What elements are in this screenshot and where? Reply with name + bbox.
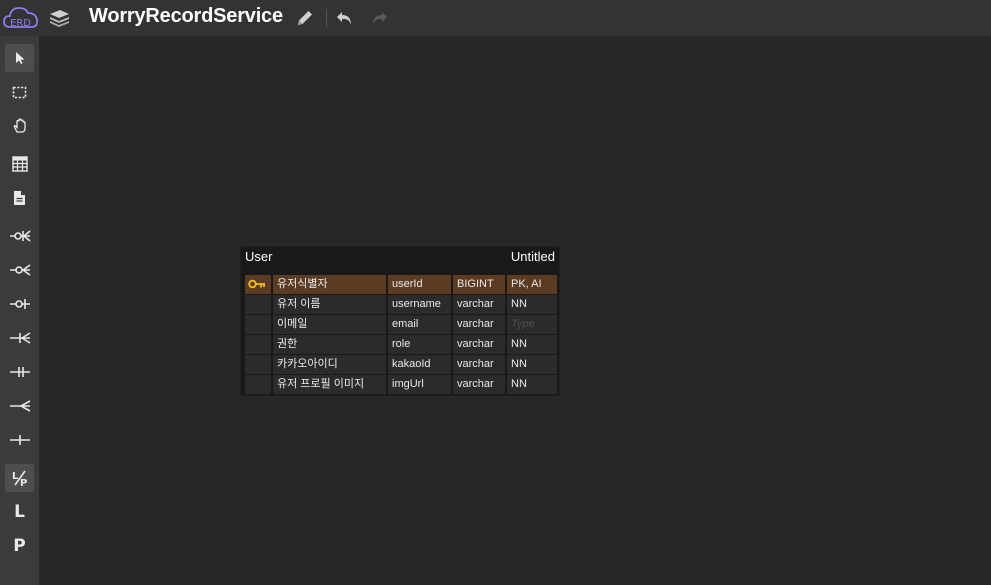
logical-label: L bbox=[14, 502, 25, 522]
marquee-icon bbox=[12, 86, 27, 98]
rel-one-one-icon bbox=[9, 367, 30, 377]
primary-key-icon bbox=[248, 279, 265, 289]
tool-sidebar: L P L P bbox=[0, 36, 39, 585]
svg-text:P: P bbox=[20, 478, 27, 487]
column-logical-name[interactable]: 권한 bbox=[273, 335, 386, 354]
redo-icon[interactable] bbox=[368, 7, 390, 29]
table-tool[interactable] bbox=[5, 150, 34, 178]
column-logical-name[interactable]: 유저 이름 bbox=[273, 295, 386, 314]
column-option[interactable]: NN bbox=[507, 335, 557, 354]
erd-logo-icon[interactable]: ERD bbox=[2, 4, 40, 32]
relation-one-one[interactable] bbox=[5, 358, 34, 386]
memo-icon bbox=[14, 191, 25, 205]
column-option[interactable]: NN bbox=[507, 355, 557, 374]
column-logical-name[interactable]: 이메일 bbox=[273, 315, 386, 334]
rel-zero-n-icon bbox=[9, 264, 30, 276]
table-header[interactable]: User Untitled bbox=[241, 247, 559, 269]
project-title[interactable]: WorryRecordService bbox=[89, 5, 283, 28]
table-comment[interactable]: Untitled bbox=[511, 249, 555, 264]
column-key-cell[interactable] bbox=[245, 275, 271, 294]
column-option[interactable]: PK, AI bbox=[507, 275, 557, 294]
select-tool[interactable] bbox=[5, 78, 34, 106]
column-key-cell[interactable] bbox=[245, 335, 271, 354]
column-data-type[interactable]: varchar bbox=[453, 315, 505, 334]
table-name[interactable]: User bbox=[245, 249, 272, 264]
column-physical-name[interactable]: imgUrl bbox=[388, 375, 451, 394]
column-key-cell[interactable] bbox=[245, 315, 271, 334]
relation-zero-one[interactable] bbox=[5, 290, 34, 318]
layers-icon[interactable] bbox=[48, 8, 70, 28]
relation-one-n[interactable] bbox=[5, 324, 34, 352]
column-logical-name[interactable]: 카카오아이디 bbox=[273, 355, 386, 374]
rel-one-icon bbox=[9, 435, 30, 445]
column-data-type[interactable]: varchar bbox=[453, 295, 505, 314]
column-row[interactable]: 유저식별자 userId BIGINT PK, AI bbox=[243, 275, 558, 294]
column-data-type[interactable]: varchar bbox=[453, 375, 505, 394]
hand-icon bbox=[13, 118, 26, 133]
identification-tool[interactable]: L P bbox=[5, 464, 34, 492]
column-option[interactable]: Type bbox=[507, 315, 557, 334]
column-option[interactable]: NN bbox=[507, 375, 557, 394]
relation-zero-n[interactable] bbox=[5, 256, 34, 284]
pointer-tool[interactable] bbox=[5, 44, 34, 72]
undo-icon[interactable] bbox=[334, 7, 356, 29]
toolbar-divider bbox=[326, 9, 327, 27]
column-option[interactable]: NN bbox=[507, 295, 557, 314]
column-physical-name[interactable]: role bbox=[388, 335, 451, 354]
relation-n[interactable] bbox=[5, 392, 34, 420]
relation-zero-one-n[interactable] bbox=[5, 222, 34, 250]
erd-table-user[interactable]: User Untitled 유저식별자 userId BIGINT PK, AI… bbox=[240, 246, 560, 396]
rel-n-icon bbox=[9, 400, 30, 412]
column-row[interactable]: 유저 프로필 이미지 imgUrl varchar NN bbox=[243, 375, 558, 394]
column-physical-name[interactable]: email bbox=[388, 315, 451, 334]
hand-tool[interactable] bbox=[5, 112, 34, 140]
rel-zero-one-n-icon bbox=[9, 230, 31, 242]
column-logical-name[interactable]: 유저식별자 bbox=[273, 275, 386, 294]
column-data-type[interactable]: varchar bbox=[453, 355, 505, 374]
cursor-icon bbox=[15, 52, 24, 64]
column-row[interactable]: 이메일 email varchar Type bbox=[243, 315, 558, 334]
physical-label: P bbox=[13, 536, 26, 556]
rel-one-n-icon bbox=[9, 332, 30, 344]
column-row[interactable]: 카카오아이디 kakaoId varchar NN bbox=[243, 355, 558, 374]
table-icon bbox=[11, 156, 28, 172]
column-row[interactable]: 유저 이름 username varchar NN bbox=[243, 295, 558, 314]
column-key-cell[interactable] bbox=[245, 295, 271, 314]
identification-icon: L P bbox=[12, 470, 27, 487]
column-key-cell[interactable] bbox=[245, 375, 271, 394]
column-logical-name[interactable]: 유저 프로필 이미지 bbox=[273, 375, 386, 394]
top-bar: ERD WorryRecordService bbox=[0, 0, 991, 36]
logo-text: ERD bbox=[10, 18, 31, 29]
column-physical-name[interactable]: kakaoId bbox=[388, 355, 451, 374]
logical-tool[interactable]: L bbox=[5, 498, 34, 526]
column-row[interactable]: 권한 role varchar NN bbox=[243, 335, 558, 354]
column-physical-name[interactable]: userId bbox=[388, 275, 451, 294]
pencil-icon[interactable] bbox=[294, 7, 316, 29]
rel-zero-one-icon bbox=[9, 299, 30, 309]
relation-one[interactable] bbox=[5, 426, 34, 454]
column-key-cell[interactable] bbox=[245, 355, 271, 374]
memo-tool[interactable] bbox=[5, 184, 34, 212]
column-physical-name[interactable]: username bbox=[388, 295, 451, 314]
column-data-type[interactable]: varchar bbox=[453, 335, 505, 354]
physical-tool[interactable]: P bbox=[5, 532, 34, 560]
column-data-type[interactable]: BIGINT bbox=[453, 275, 505, 294]
